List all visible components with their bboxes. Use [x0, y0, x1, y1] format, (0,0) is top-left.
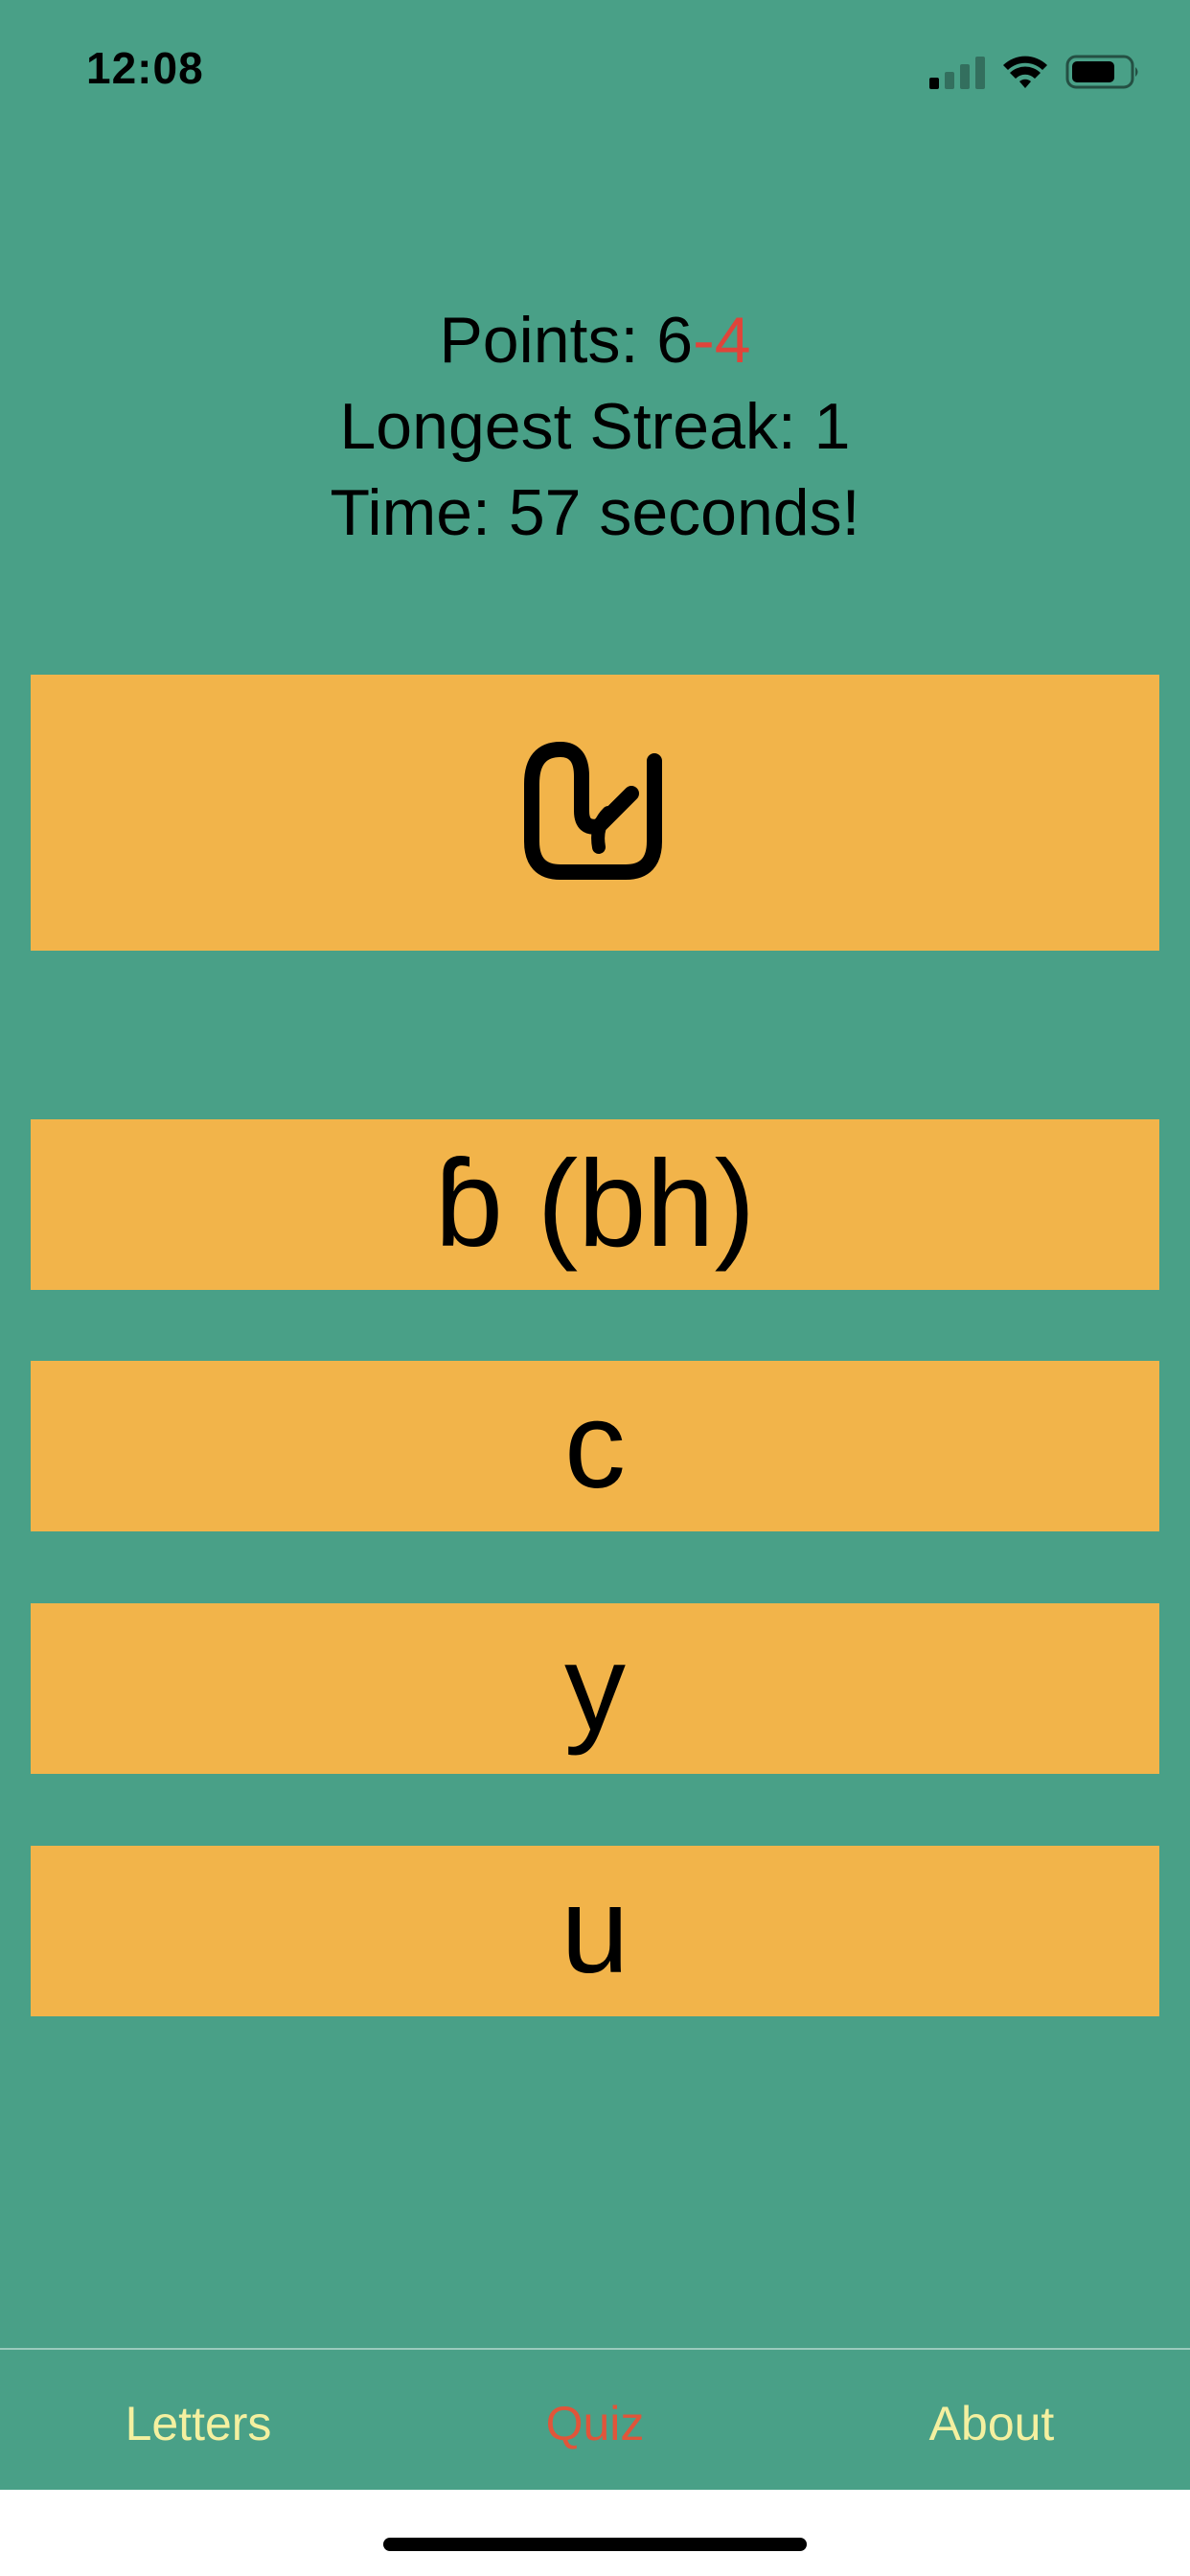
points-line: Points: 6-4 [0, 297, 1190, 383]
answer-button-1[interactable]: ɓ (bh) [31, 1119, 1159, 1290]
wifi-icon [1003, 56, 1047, 88]
home-indicator[interactable] [383, 2538, 807, 2551]
status-icons [929, 50, 1142, 94]
script-letter-glyph-icon [524, 742, 662, 880]
answer-label: u [561, 1862, 629, 1999]
tab-letters[interactable]: Letters [0, 2396, 397, 2451]
answer-button-2[interactable]: c [31, 1361, 1159, 1531]
answer-label: y [564, 1620, 626, 1757]
tab-about[interactable]: About [793, 2396, 1190, 2451]
answer-label: c [564, 1377, 626, 1514]
tab-bar: Letters Quiz About [0, 2348, 1190, 2490]
score-panel: Points: 6-4 Longest Streak: 1 Time: 57 s… [0, 297, 1190, 556]
battery-icon [1065, 55, 1138, 89]
tab-quiz[interactable]: Quiz [397, 2396, 793, 2451]
question-card [31, 675, 1159, 951]
status-time: 12:08 [86, 43, 204, 93]
cellular-signal-icon [929, 55, 985, 89]
longest-streak: Longest Streak: 1 [339, 390, 851, 463]
answer-label: ɓ (bh) [434, 1136, 756, 1273]
time-elapsed: Time: 57 seconds! [330, 476, 860, 549]
answer-button-3[interactable]: y [31, 1603, 1159, 1774]
status-bar: 12:08 [0, 0, 1190, 144]
points-label: Points: 6 [439, 304, 694, 377]
points-penalty: -4 [693, 304, 751, 377]
answer-button-4[interactable]: u [31, 1846, 1159, 2016]
home-indicator-area [0, 2490, 1190, 2576]
